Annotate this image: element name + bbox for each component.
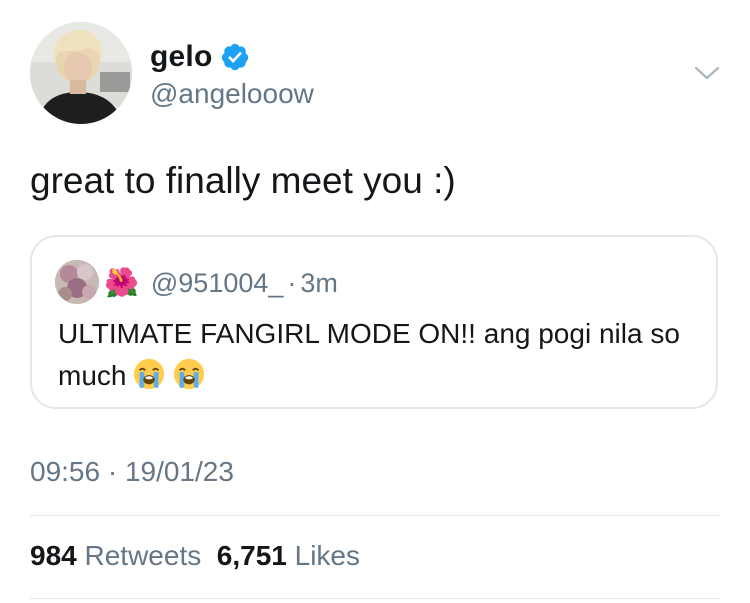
quoted-tweet[interactable]: 🌺 @951004_ · 3m ULTIMATE FANGIRL MODE ON… xyxy=(30,235,718,409)
likes-stat[interactable]: 6,751 Likes xyxy=(217,540,360,571)
quoted-name-emoji: 🌺 xyxy=(104,267,139,298)
tweet-text: great to finally meet you :) xyxy=(30,160,456,201)
quoted-text: ULTIMATE FANGIRL MODE ON!! ang pogi nila… xyxy=(58,313,698,397)
retweets-label: Retweets xyxy=(84,540,202,571)
avatar-photo xyxy=(30,22,132,124)
chevron-down-icon[interactable] xyxy=(692,58,722,88)
loudly-crying-face-icon xyxy=(174,358,205,390)
quoted-author-avatar[interactable] xyxy=(55,260,99,304)
author-avatar[interactable] xyxy=(30,22,132,124)
quoted-avatar-photo xyxy=(55,260,99,304)
author-name-row: gelo xyxy=(150,38,250,76)
likes-label: Likes xyxy=(294,540,361,571)
engagement-stats: 984 Retweets 6,751 Likes xyxy=(30,540,360,572)
divider xyxy=(30,515,720,516)
retweets-stat[interactable]: 984 Retweets xyxy=(30,540,201,571)
quoted-handle[interactable]: @951004_ xyxy=(151,268,284,299)
verified-badge-icon xyxy=(222,43,249,71)
quoted-time[interactable]: 3m xyxy=(300,268,338,299)
retweets-count: 984 xyxy=(30,540,77,571)
likes-count: 6,751 xyxy=(216,540,287,571)
loudly-crying-face-icon xyxy=(134,358,165,390)
tweet-card: gelo @angelooow great to finally meet yo… xyxy=(0,0,750,603)
quoted-separator: · xyxy=(287,267,297,298)
tweet-timestamp[interactable]: 09:56 · 19/01/23 xyxy=(30,456,234,488)
author-handle[interactable]: @angelooow xyxy=(150,78,314,110)
divider xyxy=(30,598,720,599)
quoted-header: 🌺 @951004_ · 3m xyxy=(104,261,338,305)
author-display-name[interactable]: gelo xyxy=(150,40,212,74)
